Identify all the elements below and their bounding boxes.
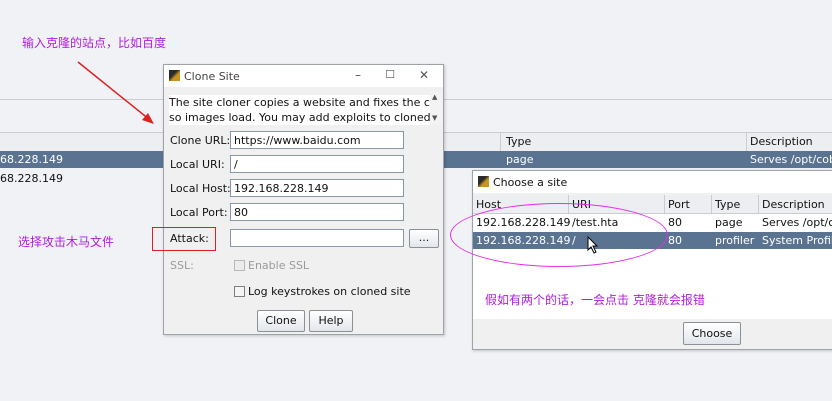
browse-button[interactable]: ...	[409, 229, 439, 248]
local-port-label: Local Port:	[170, 206, 228, 219]
app-icon	[169, 70, 180, 81]
annotation-left: 选择攻击木马文件	[18, 235, 115, 249]
dialog-title: Clone Site	[184, 70, 240, 83]
column-header-description[interactable]: Description	[762, 198, 825, 211]
description-text: The site cloner copies a website and fix…	[169, 95, 431, 125]
attack-field[interactable]	[230, 229, 404, 247]
log-keystrokes-checkbox[interactable]	[234, 286, 245, 297]
port-cell: 80	[668, 234, 682, 247]
dialog-title: Choose a site	[493, 176, 568, 189]
minimize-icon[interactable]: –	[350, 68, 366, 84]
choose-button[interactable]: Choose	[683, 322, 741, 345]
log-keystrokes-label: Log keystrokes on cloned site	[248, 285, 411, 298]
description-cell: Serves /opt/coba	[750, 153, 832, 166]
enable-ssl-checkbox[interactable]	[234, 260, 245, 271]
type-cell: profiler	[715, 234, 755, 247]
scroll-up-icon[interactable]: ▲	[432, 93, 437, 101]
host-cell: 68.228.149	[0, 172, 63, 185]
clone-button[interactable]: Clone	[257, 310, 305, 332]
local-host-label: Local Host:	[170, 182, 231, 195]
annotation-bottom-right: 假如有两个的话，一会点击 克隆就会报错	[485, 293, 705, 307]
column-header-description[interactable]: Description	[750, 135, 813, 148]
column-header-type[interactable]: Type	[506, 135, 531, 148]
app-icon	[478, 176, 489, 187]
local-host-field[interactable]: 192.168.228.149	[230, 179, 404, 197]
column-header-port[interactable]: Port	[668, 198, 690, 211]
scroll-down-icon[interactable]: ▼	[432, 114, 437, 122]
description-line: The site cloner copies a website and fix…	[169, 96, 431, 109]
red-arrow	[77, 61, 154, 124]
description-line: so images load. You may add exploits to …	[169, 111, 431, 124]
description-cell: Serves /opt/co	[762, 216, 832, 229]
host-cell: 68.228.149	[0, 153, 63, 166]
clone-url-field[interactable]: https://www.baidu.com	[230, 131, 404, 149]
annotation-top: 输入克隆的站点，比如百度	[22, 36, 167, 50]
port-cell: 80	[668, 216, 682, 229]
local-uri-label: Local URI:	[170, 158, 225, 171]
enable-ssl-label: Enable SSL	[248, 259, 310, 272]
local-port-field[interactable]: 80	[230, 203, 404, 221]
clone-site-titlebar[interactable]: Clone Site – ☐ ✕	[164, 65, 443, 87]
help-button[interactable]: Help	[309, 310, 353, 332]
column-header-type[interactable]: Type	[715, 198, 740, 211]
rows-highlight-ellipse	[450, 203, 668, 267]
ssl-label: SSL:	[170, 259, 194, 272]
mouse-cursor-icon	[587, 236, 599, 254]
close-icon[interactable]: ✕	[416, 68, 432, 84]
maximize-icon[interactable]: ☐	[382, 68, 398, 84]
description-scrollbar[interactable]: ▲ ▼	[430, 91, 442, 125]
clone-url-label: Clone URL:	[170, 134, 231, 147]
attack-highlight-box	[152, 227, 216, 251]
description-cell: System Profile	[762, 234, 832, 247]
type-cell: page	[506, 153, 534, 166]
local-uri-field[interactable]: /	[230, 155, 404, 173]
choose-site-titlebar[interactable]: Choose a site	[473, 171, 832, 193]
type-cell: page	[715, 216, 743, 229]
clone-site-dialog: Clone Site – ☐ ✕ The site cloner copies …	[163, 64, 444, 335]
